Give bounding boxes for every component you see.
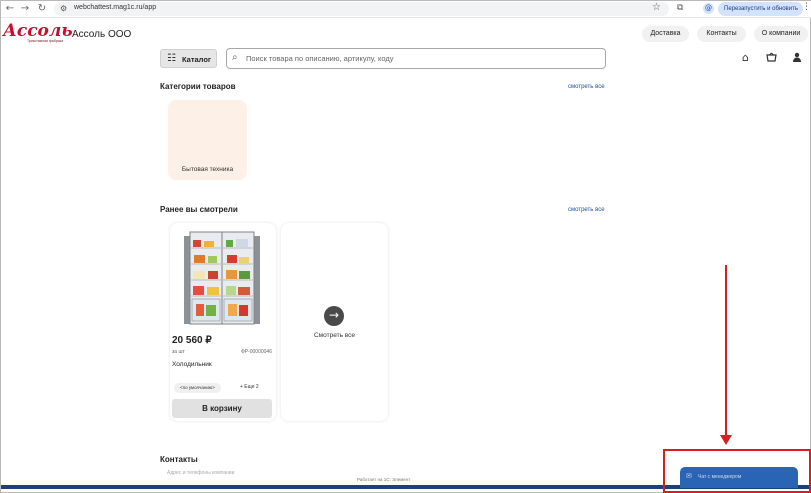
bookmark-star-icon[interactable]: ☆ (652, 2, 661, 13)
catalog-label: Каталог (182, 55, 212, 64)
footer-text: Работает на 1С: Элемент (357, 477, 411, 482)
category-card[interactable]: Бытовая техника (168, 100, 247, 180)
site-info-icon[interactable]: ⚙ (60, 4, 67, 13)
variant-chip[interactable]: <по умолчанию> (174, 383, 221, 393)
app-window: ← → ↻ ⚙ webchattest.mag1c.ru/app ☆ ⧉ @ П… (0, 0, 811, 493)
browser-toolbar: ← → ↻ ⚙ webchattest.mag1c.ru/app ☆ ⧉ @ П… (1, 1, 811, 18)
product-sku: ФР-00000046 (240, 349, 272, 355)
address-bar[interactable]: ⚙ webchattest.mag1c.ru/app (54, 2, 669, 16)
nav-delivery[interactable]: Доставка (642, 26, 689, 42)
contacts-title: Контакты (160, 455, 198, 464)
search-icon: ⌕ (232, 52, 238, 63)
logo-subtext: Трикотажная фабрика (27, 39, 64, 43)
nav-about[interactable]: О компании (754, 26, 808, 42)
recent-title: Ранее вы смотрели (160, 205, 238, 214)
contacts-subtitle: Адрес и телефоны компании (167, 470, 235, 476)
relaunch-update-button[interactable]: Перезапустить и обновить (718, 2, 803, 16)
back-arrow-icon[interactable]: ← (4, 3, 16, 15)
search-box[interactable]: ⌕ (226, 48, 606, 69)
catalog-icon: ☷ (167, 53, 176, 64)
home-icon[interactable]: ⌂ (742, 52, 749, 64)
extensions-icon[interactable]: ⧉ (677, 3, 683, 13)
browser-menu-icon[interactable]: ⋮ (802, 2, 811, 12)
user-icon[interactable] (792, 52, 802, 66)
recent-see-all-link[interactable]: смотреть все (568, 207, 605, 213)
cart-icon[interactable] (766, 52, 777, 66)
nav-contacts[interactable]: Контакты (697, 26, 746, 42)
url-text: webchattest.mag1c.ru/app (74, 4, 157, 11)
search-input[interactable] (246, 52, 601, 65)
product-unit: за шт (172, 349, 185, 355)
view-all-card[interactable]: → Смотреть все (281, 223, 388, 421)
product-card[interactable]: 20 560 ₽ за шт ФР-00000046 Холодильник <… (170, 223, 276, 421)
categories-see-all-link[interactable]: смотреть все (568, 84, 605, 90)
company-name: Ассоль ООО (72, 29, 132, 40)
forward-arrow-icon[interactable]: → (19, 3, 31, 15)
catalog-button[interactable]: ☷ Каталог (160, 49, 217, 68)
annotation-highlight-box (663, 449, 811, 493)
view-all-label: Смотреть все (313, 332, 356, 339)
annotation-arrowhead (720, 435, 732, 445)
category-label: Бытовая техника (181, 166, 234, 173)
profile-avatar[interactable]: @ (703, 3, 714, 14)
more-variants-link[interactable]: + Еще 2 (240, 384, 259, 390)
reload-icon[interactable]: ↻ (36, 3, 48, 15)
annotation-arrow (725, 265, 727, 437)
product-price: 20 560 ₽ (172, 335, 212, 346)
product-image[interactable] (178, 228, 266, 328)
brand-logo[interactable]: Ассоль Трикотажная фабрика (3, 21, 73, 49)
logo-wordmark: Ассоль (3, 21, 73, 41)
add-to-cart-button[interactable]: В корзину (172, 399, 272, 418)
arrow-right-icon: → (324, 306, 344, 326)
categories-title: Категории товаров (160, 82, 236, 91)
product-name[interactable]: Холодильник (172, 361, 212, 368)
